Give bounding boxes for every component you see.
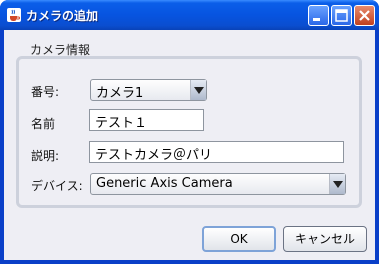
number-value: カメラ1 [96, 86, 144, 101]
ok-button[interactable]: OK [202, 226, 276, 252]
maximize-icon [335, 9, 348, 22]
window-title: カメラの追加 [26, 9, 99, 23]
device-label: デバイス: [31, 179, 83, 193]
java-cup-icon [7, 8, 21, 22]
description-field[interactable]: テストカメラ＠パリ [89, 141, 344, 163]
cancel-button[interactable]: キャンセル [283, 226, 367, 252]
description-label: 説明: [31, 149, 60, 163]
close-icon [359, 10, 370, 21]
title-bar[interactable]: カメラの追加 [0, 0, 379, 30]
maximize-button[interactable] [331, 5, 352, 26]
minimize-button[interactable] [308, 5, 329, 26]
chevron-down-icon[interactable] [329, 174, 345, 194]
name-field[interactable]: テスト１ [89, 109, 204, 131]
minimize-icon [313, 18, 320, 21]
name-label: 名前 [31, 117, 56, 131]
dialog-window: カメラの追加 カメラ情報 番号: カメラ1 名前 テスト１ 説明: テストカメラ… [0, 0, 379, 264]
close-button[interactable] [354, 5, 375, 26]
device-value: Generic Axis Camera [96, 176, 233, 191]
number-combobox[interactable]: カメラ1 [90, 79, 207, 101]
number-label: 番号: [31, 85, 60, 99]
chevron-down-icon[interactable] [190, 80, 206, 100]
dialog-body: カメラ情報 番号: カメラ1 名前 テスト１ 説明: テストカメラ＠パリ デバイ… [4, 30, 375, 260]
device-combobox[interactable]: Generic Axis Camera [90, 173, 346, 195]
